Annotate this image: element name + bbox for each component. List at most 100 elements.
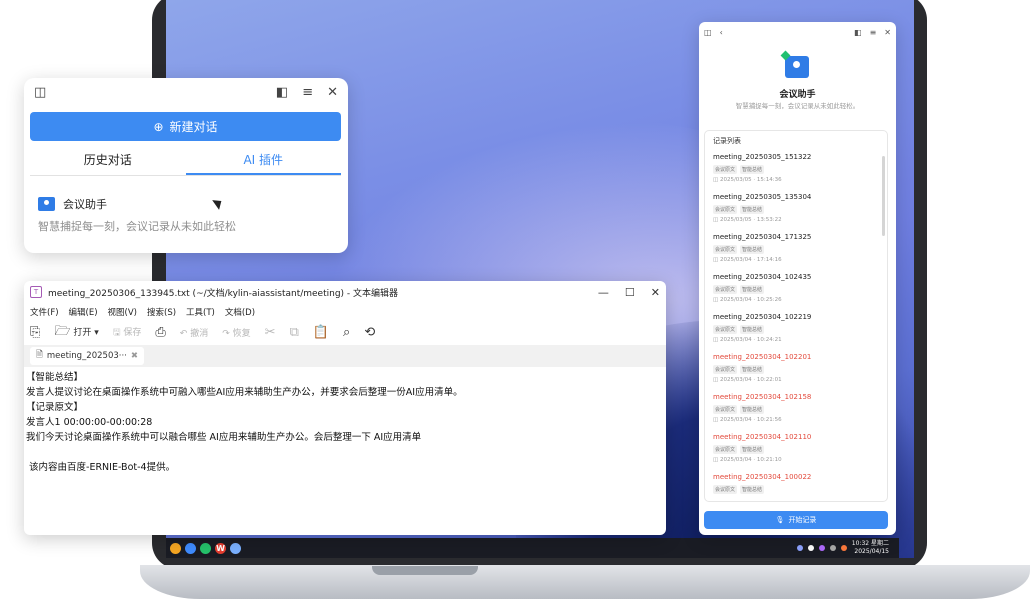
taskbar-assistant-icon[interactable] bbox=[230, 542, 241, 554]
laptop-base bbox=[140, 565, 1030, 599]
record-tag[interactable]: 会议原文 bbox=[713, 405, 738, 414]
panel-titlebar: ◫ ‹ ◧ ≡ ✕ bbox=[699, 22, 896, 42]
tray-icon[interactable] bbox=[818, 545, 825, 551]
record-list-scrollbar[interactable] bbox=[882, 156, 885, 236]
record-tag[interactable]: 会议原文 bbox=[713, 205, 738, 214]
open-button[interactable]: 🗁 打开 ▾ bbox=[54, 322, 98, 344]
record-time: ◫ 2025/03/04 · 10:22:01 bbox=[713, 377, 878, 383]
record-tag[interactable]: 会议原文 bbox=[713, 325, 738, 334]
tab-ai-plugins[interactable]: AI 插件 bbox=[185, 148, 341, 175]
record-item[interactable]: meeting_20250305_135304 会议原文 智能总结 ◫ 2025/03… bbox=[713, 193, 878, 233]
print-icon[interactable]: ⎙ bbox=[155, 325, 165, 340]
tab-history[interactable]: 历史对话 bbox=[30, 148, 186, 175]
new-chat-icon: ⊕ bbox=[153, 119, 164, 134]
cut-icon[interactable]: ✂ bbox=[265, 325, 276, 340]
menu-icon[interactable]: ≡ bbox=[870, 28, 877, 37]
tray-icon[interactable] bbox=[796, 545, 803, 551]
record-name: meeting_20250304_100022 bbox=[713, 473, 812, 481]
maximize-icon[interactable]: ☐ bbox=[625, 286, 635, 299]
record-tag[interactable]: 会议原文 bbox=[713, 245, 738, 254]
close-icon[interactable]: ✕ bbox=[651, 286, 660, 299]
record-tag[interactable]: 会议原文 bbox=[713, 445, 738, 454]
record-tag[interactable]: 会议原文 bbox=[713, 485, 738, 494]
new-chat-button[interactable]: ⊕ 新建对话 bbox=[30, 112, 341, 141]
calendar-icon: ◫ bbox=[713, 457, 720, 463]
record-tag[interactable]: 智能总结 bbox=[740, 325, 765, 334]
tab-close-icon[interactable]: ✖ bbox=[131, 351, 138, 361]
menu-edit[interactable]: 编辑(E) bbox=[69, 306, 98, 318]
taskbar-clock[interactable]: 10:32 星期二 2025/04/15 bbox=[852, 540, 889, 556]
record-tags: 会议原文 智能总结 bbox=[713, 205, 878, 214]
paste-icon[interactable]: 📋 bbox=[313, 325, 329, 340]
menu-document[interactable]: 文档(D) bbox=[225, 306, 255, 318]
record-item[interactable]: meeting_20250304_102201 会议原文 智能总结 ◫ 2025/03… bbox=[713, 353, 878, 393]
record-list-box: 记录列表 meeting_20250305_151322 会议原文 智能总结 ◫ 20… bbox=[704, 130, 888, 502]
menu-file[interactable]: 文件(F) bbox=[30, 306, 59, 318]
undo-button[interactable]: ↶ 撤消 bbox=[180, 326, 208, 339]
copy-icon[interactable]: ⧉ bbox=[290, 325, 299, 340]
search-icon[interactable]: ⌕ bbox=[343, 325, 350, 340]
record-tag[interactable]: 智能总结 bbox=[740, 485, 765, 494]
plugin-item-meeting-assistant[interactable]: 会议助手 智慧捕捉每一刻，会议记录从未如此轻松 bbox=[38, 196, 236, 234]
ai-assistant-window: ◫ ◧ ≡ ✕ ⊕ 新建对话 历史对话 AI 插件 会议助手 智慧捕捉每一刻，会… bbox=[24, 78, 348, 253]
editor-tab[interactable]: 🗎 meeting_202503··· ✖ bbox=[30, 347, 144, 365]
calendar-icon: ◫ bbox=[713, 417, 720, 423]
new-file-icon[interactable]: ⎘ bbox=[30, 325, 40, 340]
back-icon[interactable]: ‹ bbox=[720, 28, 723, 37]
replace-icon[interactable]: ⟲ bbox=[364, 325, 375, 340]
record-item[interactable]: meeting_20250304_102219 会议原文 智能总结 ◫ 2025/03… bbox=[713, 313, 878, 353]
record-item[interactable]: meeting_20250304_102110 会议原文 智能总结 ◫ 2025/03… bbox=[713, 433, 878, 473]
save-button[interactable]: 🖫 保存 bbox=[113, 325, 142, 341]
redo-button[interactable]: ↷ 恢复 bbox=[222, 326, 250, 339]
record-name: meeting_20250304_171325 bbox=[713, 233, 812, 241]
tray-icon[interactable] bbox=[840, 545, 847, 551]
split-view-icon[interactable]: ◧ bbox=[854, 28, 862, 37]
record-item[interactable]: meeting_20250304_102158 会议原文 智能总结 ◫ 2025/03… bbox=[713, 393, 878, 433]
record-tag[interactable]: 智能总结 bbox=[740, 245, 765, 254]
tray-icon[interactable] bbox=[829, 545, 836, 551]
taskbar-browser-icon[interactable] bbox=[185, 542, 196, 554]
record-tag[interactable]: 会议原文 bbox=[713, 285, 738, 294]
folder-icon: 🗁 bbox=[54, 323, 71, 339]
editor-text-area[interactable]: 【智能总结】 发言人提议讨论在桌面操作系统中可融入哪些AI应用来辅助生产办公，并… bbox=[24, 367, 666, 478]
sidebar-toggle-icon[interactable]: ◫ bbox=[34, 85, 46, 100]
record-time: ◫ 2025/03/04 · 10:21:10 bbox=[713, 457, 878, 463]
split-view-icon[interactable]: ◧ bbox=[276, 85, 288, 100]
record-name: meeting_20250304_102201 bbox=[713, 353, 812, 361]
taskbar-app-icon[interactable] bbox=[170, 542, 181, 554]
record-time-text: 2025/03/05 · 15:14:36 bbox=[719, 177, 782, 183]
start-recording-button[interactable]: 🎙 开始记录 bbox=[704, 511, 888, 529]
minimize-icon[interactable]: — bbox=[598, 286, 609, 299]
text-line: 该内容由百度-ERNIE-Bot-4提供。 bbox=[26, 462, 176, 473]
menu-search[interactable]: 搜索(S) bbox=[147, 306, 176, 318]
editor-window-title: meeting_20250306_133945.txt (~/文档/kylin-… bbox=[48, 288, 399, 299]
record-tag[interactable]: 智能总结 bbox=[740, 445, 765, 454]
record-item[interactable]: meeting_20250305_151322 会议原文 智能总结 ◫ 2025/03… bbox=[713, 153, 878, 193]
record-tag[interactable]: 智能总结 bbox=[740, 205, 765, 214]
close-icon[interactable]: ✕ bbox=[884, 28, 891, 37]
calendar-icon: ◫ bbox=[713, 377, 720, 383]
microphone-icon: 🎙 bbox=[775, 516, 785, 524]
record-tag[interactable]: 智能总结 bbox=[740, 285, 765, 294]
record-time-text: 2025/03/04 · 10:24:21 bbox=[719, 337, 782, 343]
menu-icon[interactable]: ≡ bbox=[302, 85, 313, 100]
record-tag[interactable]: 会议原文 bbox=[713, 165, 738, 174]
plugin-name: 会议助手 bbox=[63, 198, 107, 211]
record-tag[interactable]: 智能总结 bbox=[740, 165, 765, 174]
sidebar-toggle-icon[interactable]: ◫ bbox=[704, 28, 712, 37]
menu-view[interactable]: 视图(V) bbox=[108, 306, 137, 318]
taskbar-chat-icon[interactable] bbox=[200, 542, 211, 554]
record-tag[interactable]: 会议原文 bbox=[713, 365, 738, 374]
menu-tools[interactable]: 工具(T) bbox=[186, 306, 215, 318]
taskbar-wps-icon[interactable]: W bbox=[215, 542, 226, 554]
record-tag[interactable]: 智能总结 bbox=[740, 405, 765, 414]
editor-tab-label: meeting_202503··· bbox=[46, 351, 127, 361]
record-item[interactable]: meeting_20250304_102435 会议原文 智能总结 ◫ 2025/03… bbox=[713, 273, 878, 313]
close-icon[interactable]: ✕ bbox=[327, 85, 338, 100]
record-item[interactable]: meeting_20250304_171325 会议原文 智能总结 ◫ 2025/03… bbox=[713, 233, 878, 273]
laptop-notch bbox=[372, 566, 478, 575]
panel-app-subtitle: 智慧捕捉每一刻，会议记录从未如此轻松。 bbox=[735, 102, 860, 110]
tray-icon[interactable] bbox=[807, 545, 814, 551]
record-item[interactable]: meeting_20250304_100022 会议原文 智能总结 bbox=[713, 473, 878, 501]
record-tag[interactable]: 智能总结 bbox=[740, 365, 765, 374]
